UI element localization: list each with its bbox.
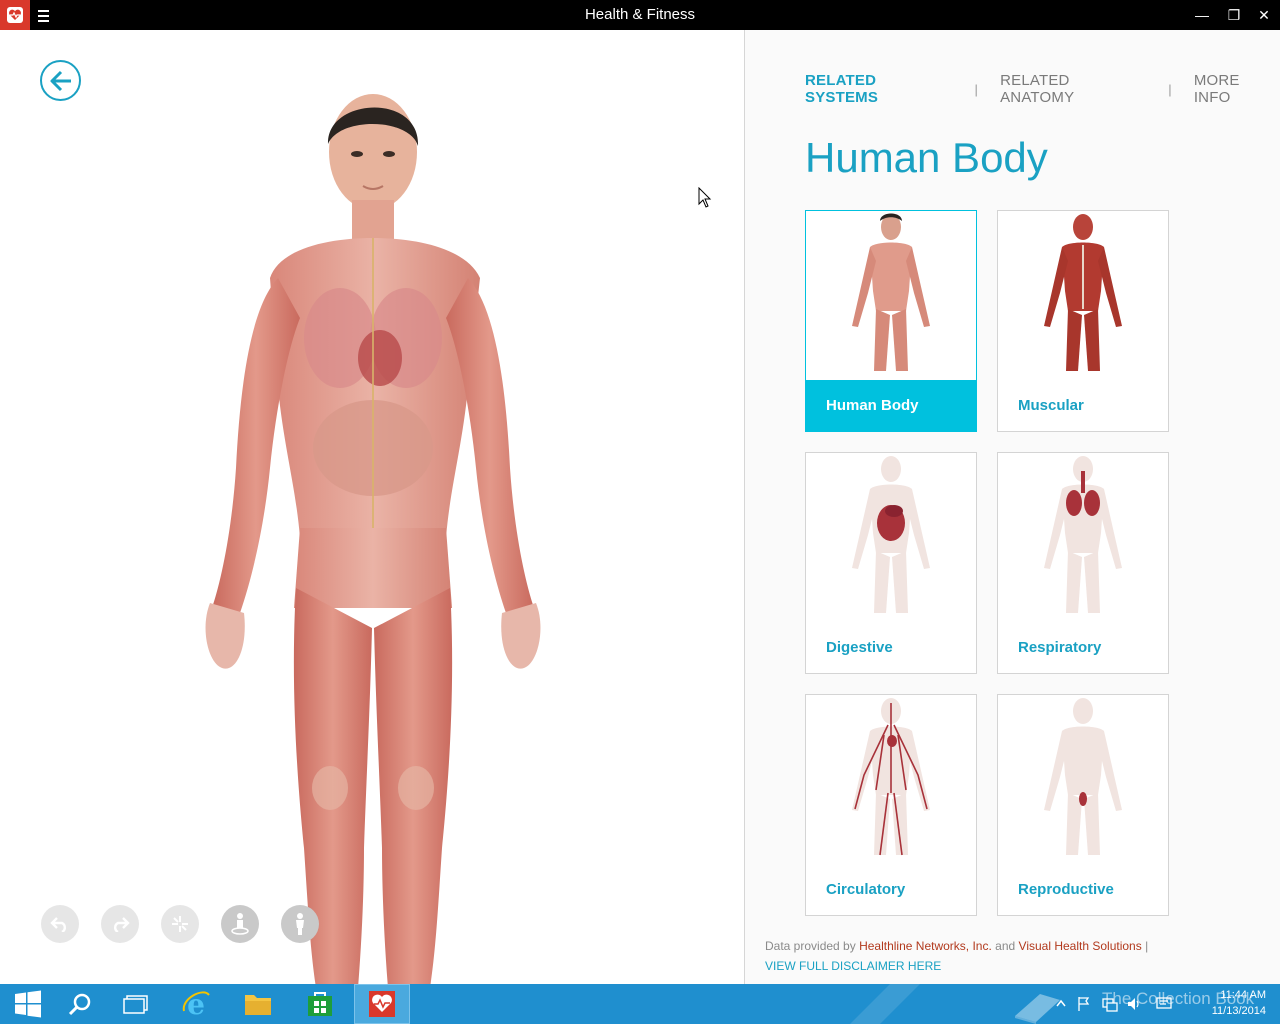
network-icon[interactable]	[1102, 996, 1118, 1012]
volume-icon[interactable]	[1126, 996, 1142, 1012]
tile-label: Respiratory	[1018, 639, 1102, 656]
tab-separator: |	[974, 81, 979, 97]
credits-prefix: Data provided by	[765, 939, 856, 953]
muscular-figure-icon	[998, 211, 1168, 381]
windows-logo-icon	[15, 990, 41, 1018]
redo-button[interactable]	[101, 905, 139, 943]
undo-icon	[50, 917, 66, 932]
search-button[interactable]	[52, 984, 108, 1024]
tile-respiratory[interactable]: Respiratory	[997, 452, 1169, 674]
notifications-icon[interactable]	[1156, 996, 1172, 1012]
reproductive-figure-icon	[998, 695, 1168, 865]
back-button[interactable]	[40, 60, 81, 101]
search-icon	[68, 993, 91, 1016]
show-hidden-icons-icon[interactable]	[1056, 999, 1066, 1007]
person-rotate-icon	[231, 913, 249, 935]
close-button[interactable]: ✕	[1248, 0, 1280, 30]
mouse-cursor-icon	[698, 187, 712, 208]
health-heart-icon	[369, 991, 395, 1017]
taskbar-decoration	[850, 984, 920, 1024]
tile-label: Circulatory	[826, 881, 906, 898]
internet-explorer-icon: e	[182, 989, 210, 1019]
tab-related-systems[interactable]: RELATED SYSTEMS	[805, 72, 953, 106]
tile-label: Reproductive	[1018, 881, 1114, 898]
folder-icon	[245, 995, 271, 1015]
tile-circulatory[interactable]: Circulatory	[805, 694, 977, 916]
disclaimer-link[interactable]: VIEW FULL DISCLAIMER HERE	[765, 956, 1148, 976]
restore-button[interactable]: ❐	[1218, 0, 1250, 30]
minimize-button[interactable]: —	[1186, 0, 1218, 30]
credits-and: and	[995, 939, 1016, 953]
store-icon	[308, 992, 332, 1016]
model-viewer	[0, 30, 744, 984]
file-explorer-button[interactable]	[230, 984, 286, 1024]
tab-bar: RELATED SYSTEMS | RELATED ANATOMY | MORE…	[805, 72, 1280, 106]
tile-digestive[interactable]: Digestive	[805, 452, 977, 674]
tab-separator: |	[1168, 81, 1172, 97]
task-view-icon	[123, 995, 148, 1014]
clock-date: 11/13/2014	[1211, 1005, 1266, 1017]
section-title: Human Body	[805, 134, 1048, 181]
tile-reproductive[interactable]: Reproductive	[997, 694, 1169, 916]
tile-muscular[interactable]: Muscular	[997, 210, 1169, 432]
redo-icon	[114, 917, 130, 932]
start-button[interactable]	[0, 984, 56, 1024]
taskbar: e The Collection Book 11:44 AM 11/13/201…	[0, 984, 1280, 1024]
system-tray: The Collection Book 11:44 AM 11/13/2014	[1010, 984, 1280, 1024]
tile-human-body[interactable]: Human Body	[805, 210, 977, 432]
health-fitness-taskbar-button[interactable]	[354, 984, 410, 1024]
clock[interactable]: 11:44 AM 11/13/2014	[1212, 987, 1266, 1019]
info-panel: RELATED SYSTEMS | RELATED ANATOMY | MORE…	[745, 30, 1280, 984]
tab-related-anatomy[interactable]: RELATED ANATOMY	[1000, 72, 1146, 106]
human-body-figure-icon	[806, 211, 976, 381]
title-bar: Health & Fitness — ❐ ✕	[0, 0, 1280, 30]
tab-more-info[interactable]: MORE INFO	[1194, 72, 1280, 106]
healthline-link[interactable]: Healthline Networks, Inc.	[859, 939, 992, 953]
store-button[interactable]	[292, 984, 348, 1024]
visual-health-link[interactable]: Visual Health Solutions	[1019, 939, 1142, 953]
clock-time: 11:44 AM	[1220, 989, 1266, 1001]
window-title: Health & Fitness	[584, 6, 696, 23]
tile-label: Human Body	[806, 380, 976, 431]
reset-view-button[interactable]	[281, 905, 319, 943]
collapse-icon	[172, 916, 188, 932]
person-icon	[296, 913, 304, 935]
internet-explorer-button[interactable]: e	[168, 984, 224, 1024]
data-credits: Data provided by Healthline Networks, In…	[765, 936, 1148, 976]
circulatory-figure-icon	[806, 695, 976, 865]
respiratory-figure-icon	[998, 453, 1168, 623]
rotate-figure-button[interactable]	[221, 905, 259, 943]
digestive-figure-icon	[806, 453, 976, 623]
human-body-3d-model[interactable]	[200, 88, 545, 984]
credits-separator: |	[1145, 939, 1149, 953]
undo-button[interactable]	[41, 905, 79, 943]
tile-label: Digestive	[826, 639, 893, 656]
collapse-button[interactable]	[161, 905, 199, 943]
action-center-flag-icon[interactable]	[1078, 996, 1090, 1012]
tile-label: Muscular	[1018, 397, 1084, 414]
arrow-left-icon	[50, 70, 71, 91]
task-view-button[interactable]	[108, 984, 164, 1024]
